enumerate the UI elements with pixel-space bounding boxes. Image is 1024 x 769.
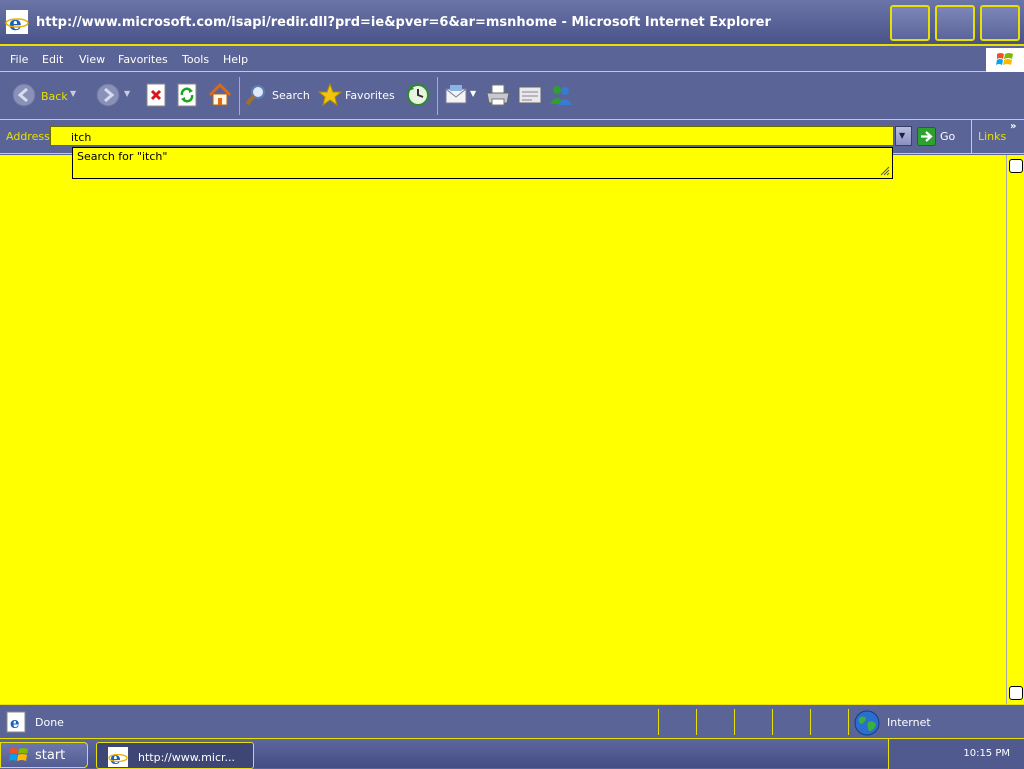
close-button[interactable]	[980, 5, 1020, 41]
status-divider	[848, 709, 849, 735]
ie-icon: e	[108, 747, 128, 768]
toolbar-separator	[239, 77, 240, 115]
menu-favorites[interactable]: Favorites	[118, 53, 168, 66]
maximize-button[interactable]	[935, 5, 975, 41]
status-text: Done	[35, 716, 64, 729]
status-divider	[734, 709, 735, 735]
links-chevron-icon[interactable]: »	[1010, 121, 1016, 132]
favorites-star-icon	[318, 83, 342, 107]
mail-button[interactable]: ▼	[444, 83, 480, 109]
start-button[interactable]: start	[0, 742, 88, 768]
favorites-button[interactable]: Favorites	[318, 83, 400, 109]
windows-logo-throbber	[986, 48, 1024, 72]
address-label: Address	[6, 130, 50, 143]
menu-view[interactable]: View	[79, 53, 105, 66]
autocomplete-search-suggestion[interactable]: Search for "itch"	[77, 150, 167, 163]
address-input[interactable]	[50, 126, 894, 146]
mail-dropdown-icon[interactable]: ▼	[470, 89, 476, 98]
svg-text:e: e	[10, 714, 20, 732]
back-arrow-icon	[12, 83, 36, 107]
mail-icon	[445, 85, 467, 104]
links-separator	[971, 120, 972, 154]
forward-dropdown-icon[interactable]: ▼	[124, 89, 130, 98]
title-bar[interactable]: e http://www.microsoft.com/isapi/redir.d…	[0, 0, 1024, 46]
clock[interactable]: 10:15 PM	[963, 748, 1010, 759]
vertical-scrollbar[interactable]	[1006, 155, 1024, 704]
scroll-up-button[interactable]	[1009, 159, 1023, 173]
back-button[interactable]: Back ▼	[12, 83, 92, 109]
standard-toolbar: Back ▼ ▼ Search Favorites ▼	[0, 73, 1024, 120]
status-divider	[772, 709, 773, 735]
print-icon[interactable]	[485, 83, 511, 107]
stop-icon[interactable]	[145, 83, 167, 107]
status-divider	[658, 709, 659, 735]
system-tray: 10:15 PM	[888, 739, 1024, 769]
minimize-button[interactable]	[890, 5, 930, 41]
menu-file[interactable]: File	[10, 53, 28, 66]
search-label: Search	[272, 89, 310, 102]
taskbar: start e http://www.micr... 10:15 PM	[0, 738, 1024, 769]
edit-icon[interactable]	[517, 83, 543, 107]
refresh-icon[interactable]	[176, 83, 198, 107]
status-bar: e Done Internet	[0, 704, 1024, 738]
scroll-down-button[interactable]	[1009, 686, 1023, 700]
history-icon[interactable]	[405, 82, 431, 108]
go-arrow-icon[interactable]	[917, 127, 936, 146]
menu-bar: File Edit View Favorites Tools Help	[0, 48, 1024, 72]
windows-logo-icon	[996, 53, 1013, 65]
chevron-down-icon: ▼	[899, 131, 906, 140]
address-dropdown-button[interactable]: ▼	[895, 126, 912, 146]
search-icon	[245, 85, 265, 106]
search-button[interactable]: Search	[244, 83, 310, 109]
page-icon: e	[6, 711, 26, 733]
globe-icon	[854, 710, 880, 736]
forward-arrow-icon	[96, 83, 120, 107]
taskbar-window-button[interactable]: e http://www.micr...	[96, 742, 254, 769]
resize-grip-icon[interactable]	[878, 164, 890, 176]
messenger-icon[interactable]	[548, 82, 574, 108]
status-divider	[810, 709, 811, 735]
menu-help[interactable]: Help	[223, 53, 248, 66]
windows-logo-icon	[9, 748, 28, 761]
svg-text:e: e	[9, 11, 22, 35]
home-icon[interactable]	[207, 82, 233, 108]
security-zone-label: Internet	[887, 716, 931, 729]
page-content[interactable]	[0, 155, 1006, 704]
go-button[interactable]: Go	[940, 130, 955, 143]
ie-icon: e	[5, 10, 29, 35]
forward-button[interactable]: ▼	[96, 83, 136, 109]
back-dropdown-icon[interactable]: ▼	[70, 89, 76, 98]
menu-edit[interactable]: Edit	[42, 53, 63, 66]
start-label: start	[35, 748, 66, 763]
autocomplete-dropdown: Search for "itch"	[72, 147, 893, 179]
toolbar-separator	[437, 77, 438, 115]
back-label: Back	[41, 90, 68, 103]
svg-text:e: e	[110, 749, 121, 768]
menu-tools[interactable]: Tools	[182, 53, 209, 66]
taskbar-window-label: http://www.micr...	[138, 751, 235, 764]
links-button[interactable]: Links	[978, 130, 1006, 143]
favorites-label: Favorites	[345, 89, 395, 102]
window-title: http://www.microsoft.com/isapi/redir.dll…	[36, 15, 771, 30]
status-divider	[696, 709, 697, 735]
